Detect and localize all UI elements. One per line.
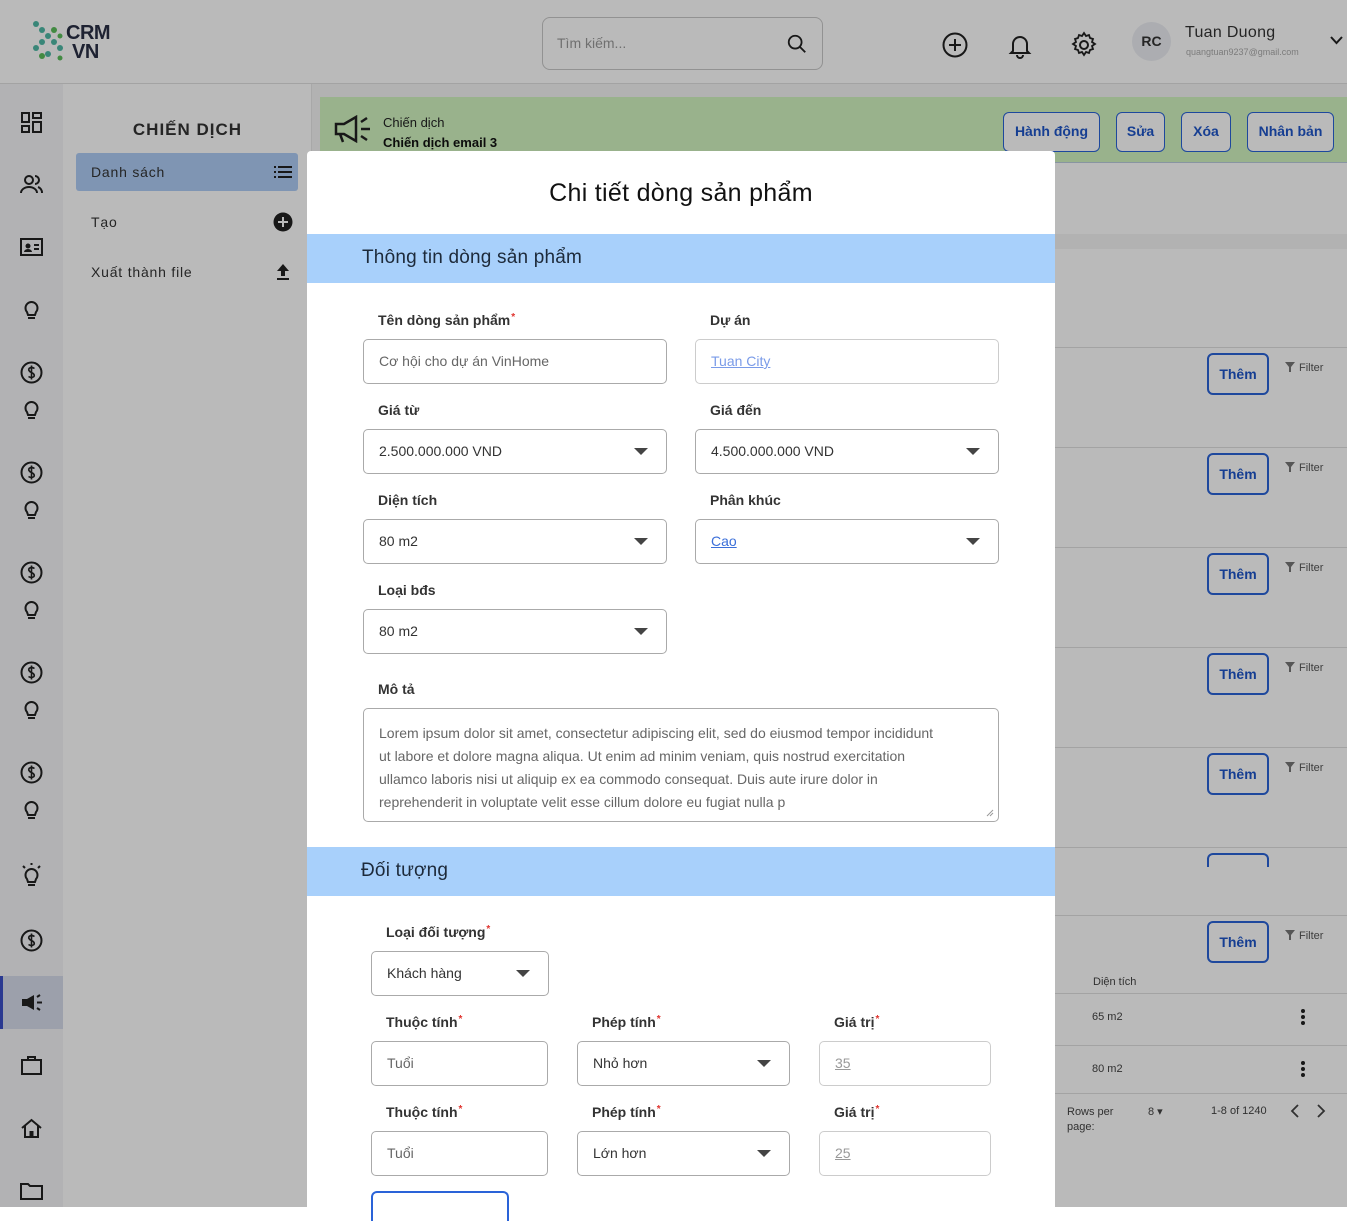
select-value: Nhỏ hơn [593,1055,648,1071]
description-textarea[interactable]: Lorem ipsum dolor sit amet, consectetur … [363,708,999,822]
field-label: Giá từ [378,402,420,418]
caret-down-icon [966,538,980,545]
project-field[interactable]: Tuan City [695,339,999,384]
product-line-name-input[interactable]: Cơ hội cho dự án VinHome [363,339,667,384]
section-header: Đối tượng [307,847,1055,896]
select-value: 4.500.000.000 VND [711,443,834,459]
select-value: Cao [711,533,737,549]
section-header: Thông tin dòng sản phẩm [307,234,1055,283]
field-label: Phân khúc [710,492,781,508]
value-input[interactable]: 25 [819,1131,991,1176]
select-value: Khách hàng [387,965,462,981]
caret-down-icon [757,1150,771,1157]
caret-down-icon [634,448,648,455]
field-label: Diện tích [378,492,438,508]
field-label: Phép tính* [592,1014,661,1030]
select-value: Lớn hơn [593,1145,647,1161]
resize-handle-icon[interactable] [986,809,994,817]
price-from-select[interactable]: 2.500.000.000 VND [363,429,667,474]
caret-down-icon [634,628,648,635]
caret-down-icon [966,448,980,455]
field-label: Phép tính* [592,1104,661,1120]
property-type-select[interactable]: 80 m2 [363,609,667,654]
caret-down-icon [634,538,648,545]
modal-title: Chi tiết dòng sản phẩm [549,179,813,207]
attribute-input[interactable]: Tuổi [371,1131,548,1176]
segment-select[interactable]: Cao [695,519,999,564]
section-title: Thông tin dòng sản phẩm [362,247,583,268]
field-label: Giá trị* [834,1014,880,1030]
select-value: 80 m2 [379,533,418,549]
attribute-input[interactable]: Tuổi [371,1041,548,1086]
select-value: 80 m2 [379,623,418,639]
product-line-modal: Chi tiết dòng sản phẩm Thông tin dòng sả… [307,151,1055,1221]
area-select[interactable]: 80 m2 [363,519,667,564]
operator-select[interactable]: Nhỏ hơn [577,1041,790,1086]
value-input[interactable]: 35 [819,1041,991,1086]
field-label: Giá trị* [834,1104,880,1120]
add-condition-button[interactable] [371,1191,509,1221]
field-label: Thuộc tính* [386,1014,463,1030]
field-label: Mô tả [378,681,415,697]
description-text: Lorem ipsum dolor sit amet, consectetur … [379,725,934,810]
target-type-select[interactable]: Khách hàng [371,951,549,996]
field-label: Giá đến [710,402,762,418]
field-label: Thuộc tính* [386,1104,463,1120]
field-label: Tên dòng sản phẩm* [378,312,516,328]
caret-down-icon [516,970,530,977]
field-label: Loại bđs [378,582,436,598]
field-label: Loại đối tượng* [386,924,491,940]
field-label: Dự án [710,312,751,328]
price-to-select[interactable]: 4.500.000.000 VND [695,429,999,474]
section-title: Đối tượng [361,860,449,881]
caret-down-icon [757,1060,771,1067]
select-value: 2.500.000.000 VND [379,443,502,459]
operator-select[interactable]: Lớn hơn [577,1131,790,1176]
